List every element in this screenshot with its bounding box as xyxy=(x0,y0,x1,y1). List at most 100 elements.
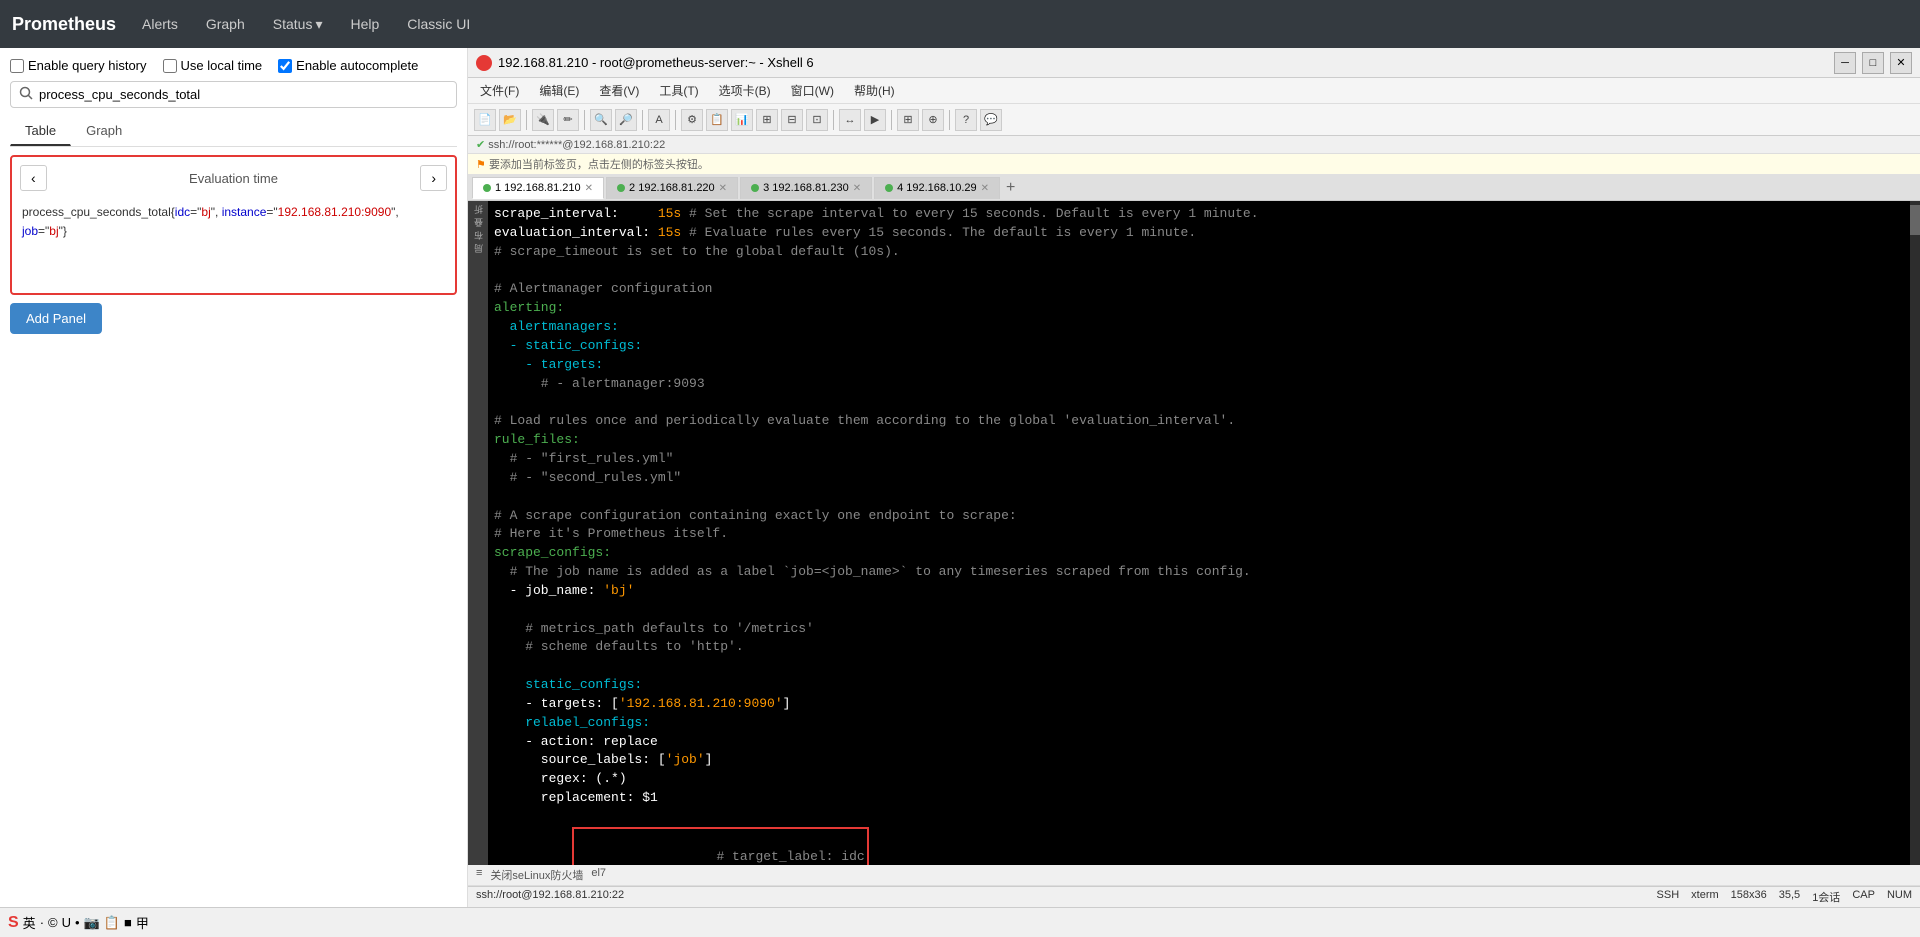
side-icon-1[interactable]: 折 xyxy=(472,205,485,214)
xshell-tab-3-close[interactable]: ✕ xyxy=(853,183,861,194)
terminal-line-33: # target_label: idc #- action: labelkeep… xyxy=(494,808,869,865)
scrollbar-thumb xyxy=(1910,205,1920,235)
enable-query-history-checkbox[interactable] xyxy=(10,59,24,73)
xshell-tab-4-close[interactable]: ✕ xyxy=(981,183,989,194)
menu-edit[interactable]: 编辑(E) xyxy=(535,80,583,101)
toolbar-btn-tiles[interactable]: ⊟ xyxy=(781,109,803,131)
xshell-vscroll[interactable] xyxy=(1910,201,1920,865)
eval-box: ‹ Evaluation time › process_cpu_seconds_… xyxy=(10,155,457,295)
side-icon-4[interactable]: 局 xyxy=(472,244,485,253)
toolbar-btn-font[interactable]: A xyxy=(648,109,670,131)
xshell-tab-4[interactable]: 4 192.168.10.29 ✕ xyxy=(874,177,1000,199)
xshell-tab-1-close[interactable]: ✕ xyxy=(585,183,593,194)
toolbar-sep-2 xyxy=(584,110,585,130)
terminal-line-20: # The job name is added as a label `job=… xyxy=(494,563,1904,582)
xshell-tab-2[interactable]: 2 192.168.81.220 ✕ xyxy=(606,177,738,199)
side-icon-3[interactable]: 布 xyxy=(472,231,485,240)
enable-query-history-label[interactable]: Enable query history xyxy=(10,58,147,73)
terminal-line-31: regex: (.*) xyxy=(494,770,1904,789)
enable-query-history-text: Enable query history xyxy=(28,58,147,73)
terminal-line-8: - static_configs: xyxy=(494,337,1904,356)
toolbar-btn-sftp[interactable]: 📊 xyxy=(731,109,753,131)
terminal-line-23: # metrics_path defaults to '/metrics' xyxy=(494,620,1904,639)
side-icon-2[interactable]: 叠 xyxy=(472,218,485,227)
toolbar-btn-script[interactable]: ⚙ xyxy=(681,109,703,131)
enable-autocomplete-label[interactable]: Enable autocomplete xyxy=(278,58,418,73)
eval-prev-button[interactable]: ‹ xyxy=(20,165,47,191)
toolbar-btn-zoom[interactable]: ↔ xyxy=(839,109,861,131)
nav-graph[interactable]: Graph xyxy=(200,12,251,36)
result-text: process_cpu_seconds_total{idc="bj", inst… xyxy=(20,199,447,245)
xshell-tab-1[interactable]: 1 192.168.81.210 ✕ xyxy=(472,177,604,199)
bottom-toolbar-el7[interactable]: el7 xyxy=(591,867,606,883)
status-cap: CAP xyxy=(1852,889,1875,905)
xshell-note-bar: ⚑ 要添加当前标签页，点击左侧的标签头按钮。 xyxy=(468,154,1920,175)
search-row xyxy=(10,81,457,108)
toolbar-btn-more2[interactable]: ⊕ xyxy=(922,109,944,131)
xshell-title-text: 192.168.81.210 - root@prometheus-server:… xyxy=(498,55,814,70)
toolbar-btn-transfer[interactable]: 📋 xyxy=(706,109,728,131)
terminal-line-21: - job_name: 'bj' xyxy=(494,582,1904,601)
win-maximize-button[interactable]: □ xyxy=(1862,52,1884,74)
toolbar-btn-forward[interactable]: ▶ xyxy=(864,109,886,131)
terminal-line-4 xyxy=(494,262,1904,281)
menu-tools[interactable]: 工具(T) xyxy=(655,80,702,101)
toolbar-btn-connect[interactable]: 🔌 xyxy=(532,109,554,131)
add-panel-button[interactable]: Add Panel xyxy=(10,303,102,334)
terminal-line-3: # scrape_timeout is set to the global de… xyxy=(494,243,1904,262)
menu-file[interactable]: 文件(F) xyxy=(476,80,523,101)
nav-classic-ui[interactable]: Classic UI xyxy=(401,12,476,36)
xshell-tab-2-close[interactable]: ✕ xyxy=(719,183,727,194)
enable-autocomplete-text: Enable autocomplete xyxy=(296,58,418,73)
terminal-line-30: source_labels: ['job'] xyxy=(494,751,1904,770)
toolbar-btn-more1[interactable]: ⊞ xyxy=(897,109,919,131)
xshell-titlebar: 192.168.81.210 - root@prometheus-server:… xyxy=(468,48,1920,78)
toolbar-btn-find[interactable]: 🔎 xyxy=(615,109,637,131)
nav-status[interactable]: Status ▾ xyxy=(267,12,329,37)
win-minimize-button[interactable]: ─ xyxy=(1834,52,1856,74)
toolbar-btn-grid[interactable]: ⊞ xyxy=(756,109,778,131)
eval-next-button[interactable]: › xyxy=(420,165,447,191)
taskbar-zh[interactable]: 英 xyxy=(23,913,36,932)
menu-view[interactable]: 查看(V) xyxy=(595,80,643,101)
use-local-time-checkbox[interactable] xyxy=(163,59,177,73)
search-input[interactable] xyxy=(39,87,448,102)
terminal-line-13: rule_files: xyxy=(494,431,1904,450)
taskbar-icon3[interactable]: ■ xyxy=(124,915,132,930)
xshell-window: 192.168.81.210 - root@prometheus-server:… xyxy=(468,48,1920,907)
taskbar-icon1[interactable]: 📷 xyxy=(84,915,100,931)
terminal-area[interactable]: scrape_interval: 15s # Set the scrape in… xyxy=(488,201,1910,865)
xshell-tab-4-label: 4 192.168.10.29 xyxy=(897,182,977,194)
nav-help[interactable]: Help xyxy=(344,12,385,36)
toolbar-btn-chat[interactable]: 💬 xyxy=(980,109,1002,131)
tab-table[interactable]: Table xyxy=(10,116,71,146)
win-close-button[interactable]: ✕ xyxy=(1890,52,1912,74)
menu-tabs[interactable]: 选项卡(B) xyxy=(715,80,775,101)
terminal-line-32: replacement: $1 xyxy=(494,789,1904,808)
bottom-taskbar: S 英 · © U • 📷 📋 ■ 甲 xyxy=(0,907,1920,937)
toolbar-btn-screen[interactable]: ⊡ xyxy=(806,109,828,131)
taskbar-icon4[interactable]: 甲 xyxy=(136,913,149,932)
bottom-toolbar-selinux[interactable]: 关闭seLinux防火墙 xyxy=(490,867,583,883)
tab-graph[interactable]: Graph xyxy=(71,116,137,146)
menu-help[interactable]: 帮助(H) xyxy=(850,80,899,101)
toolbar-btn-open[interactable]: 📂 xyxy=(499,109,521,131)
menu-window[interactable]: 窗口(W) xyxy=(787,80,838,101)
toolbar-btn-new[interactable]: 📄 xyxy=(474,109,496,131)
eval-time-label: Evaluation time xyxy=(51,171,417,186)
enable-autocomplete-checkbox[interactable] xyxy=(278,59,292,73)
top-nav: Prometheus Alerts Graph Status ▾ Help Cl… xyxy=(0,0,1920,48)
toolbar-btn-help[interactable]: ? xyxy=(955,109,977,131)
xshell-tab-3[interactable]: 3 192.168.81.230 ✕ xyxy=(740,177,872,199)
use-local-time-label[interactable]: Use local time xyxy=(163,58,263,73)
taskbar-icon2[interactable]: 📋 xyxy=(104,915,120,931)
terminal-line-28: relabel_configs: xyxy=(494,714,1904,733)
toolbar-btn-paste[interactable]: ✏ xyxy=(557,109,579,131)
nav-alerts[interactable]: Alerts xyxy=(136,12,184,36)
left-panel: Enable query history Use local time Enab… xyxy=(0,48,468,907)
toolbar-btn-search[interactable]: 🔍 xyxy=(590,109,612,131)
status-pos: 35,5 xyxy=(1779,889,1800,905)
xshell-tab-add[interactable]: + xyxy=(1002,179,1019,197)
taskbar-c[interactable]: © xyxy=(48,915,58,930)
taskbar-u[interactable]: U xyxy=(62,915,71,930)
